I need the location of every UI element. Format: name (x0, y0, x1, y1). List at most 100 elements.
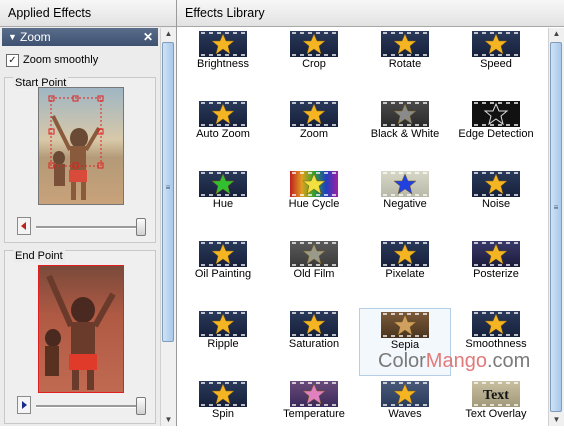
zoom-smoothly-checkbox[interactable]: ✓ Zoom smoothly (6, 53, 98, 67)
speed-icon (472, 31, 520, 57)
effect-label: Auto Zoom (196, 128, 250, 140)
zoom-icon (290, 101, 338, 127)
effect-tile-waves[interactable]: Waves (359, 378, 451, 446)
effect-tile-zoom[interactable]: Zoom (268, 98, 360, 166)
effect-tile-hue-cycle[interactable]: Hue Cycle (268, 168, 360, 236)
brightness-icon (199, 31, 247, 57)
scrollbar-thumb[interactable]: ≡ (162, 42, 174, 342)
effect-label: Smoothness (465, 338, 527, 350)
start-point-prev-button[interactable] (17, 217, 31, 235)
posterize-icon (472, 241, 520, 267)
zoom-effect-title: Zoom (20, 30, 51, 44)
effects-library-header: Effects Library (177, 0, 564, 27)
effect-tile-oil-painting[interactable]: Oil Painting (177, 238, 269, 306)
applied-effects-scrollbar[interactable]: ▲ ≡ ▼ (160, 28, 176, 426)
saturation-icon (290, 311, 338, 337)
end-point-label: End Point (13, 250, 65, 262)
beach-photo-image (39, 88, 123, 204)
effect-label: Spin (211, 408, 235, 420)
scroll-down-arrow-icon[interactable]: ▼ (549, 414, 564, 426)
temperature-icon (290, 381, 338, 407)
effect-tile-brightness[interactable]: Brightness (177, 28, 269, 96)
watermark-part2: Mango (425, 350, 487, 372)
text-overlay-icon: Text (472, 381, 520, 407)
ripple-icon (199, 311, 247, 337)
end-point-slider-knob[interactable] (136, 397, 146, 415)
scroll-up-arrow-icon[interactable]: ▲ (549, 28, 564, 40)
effect-tile-negative[interactable]: Negative (359, 168, 451, 236)
smoothness-icon (472, 311, 520, 337)
effect-tile-pixelate[interactable]: Pixelate (359, 238, 451, 306)
effect-tile-posterize[interactable]: Posterize (450, 238, 542, 306)
hue-cycle-icon (290, 171, 338, 197)
effect-tile-edge-detection[interactable]: Edge Detection (450, 98, 542, 166)
effect-label: Hue (212, 198, 234, 210)
effect-label: Saturation (288, 338, 340, 350)
negative-icon (381, 171, 429, 197)
effect-tile-saturation[interactable]: Saturation (268, 308, 360, 376)
left-arrow-icon (21, 222, 26, 230)
noise-icon (472, 171, 520, 197)
zoom-effect-bar[interactable]: ▼ Zoom ✕ (2, 28, 158, 46)
start-point-slider-knob[interactable] (136, 218, 146, 236)
effect-label: Negative (383, 198, 427, 210)
effect-label: Brightness (197, 58, 249, 70)
effect-tile-text-overlay[interactable]: Text Text Overlay (450, 378, 542, 446)
beach-photo-zoomed-image (39, 266, 123, 392)
effect-tile-ripple[interactable]: Ripple (177, 308, 269, 376)
effect-tile-rotate[interactable]: Rotate (359, 28, 451, 96)
effect-tile-old-film[interactable]: Old Film (268, 238, 360, 306)
effect-label: Noise (481, 198, 511, 210)
sepia-icon (381, 312, 429, 338)
effect-tile-hue[interactable]: Hue (177, 168, 269, 236)
effect-tile-speed[interactable]: Speed (450, 28, 542, 96)
effect-tile-black-white[interactable]: Black & White (359, 98, 451, 166)
waves-icon (381, 381, 429, 407)
effect-label: Black & White (370, 128, 440, 140)
end-point-thumbnail (38, 265, 124, 393)
effect-label: Text Overlay (465, 408, 527, 420)
effect-label: Rotate (388, 58, 422, 70)
effect-tile-spin[interactable]: Spin (177, 378, 269, 446)
start-point-thumbnail (38, 87, 124, 205)
old-film-icon (290, 241, 338, 267)
applied-effects-header: Applied Effects (0, 0, 176, 27)
effect-label: Hue Cycle (288, 198, 340, 210)
scrollbar-thumb[interactable]: ≡ (550, 42, 562, 412)
effects-library-scrollbar[interactable]: ▲ ≡ ▼ (548, 28, 564, 426)
effect-tile-temperature[interactable]: Temperature (268, 378, 360, 446)
end-point-next-button[interactable] (17, 396, 31, 414)
effect-label: Posterize (473, 268, 519, 280)
text-overlay-label: Text (483, 388, 509, 403)
black-white-icon (381, 101, 429, 127)
effect-label: Crop (302, 58, 326, 70)
checkbox-box[interactable]: ✓ (6, 53, 19, 67)
edge-detection-icon (472, 101, 520, 127)
crop-icon (290, 31, 338, 57)
close-icon[interactable]: ✕ (143, 28, 153, 46)
watermark: ColorMango.com (378, 350, 530, 373)
effect-label: Zoom (299, 128, 329, 140)
effect-label: Edge Detection (458, 128, 534, 140)
effect-label: Temperature (283, 408, 345, 420)
start-point-slider-track[interactable] (36, 226, 144, 229)
effect-tile-auto-zoom[interactable]: Auto Zoom (177, 98, 269, 166)
effect-label: Speed (480, 58, 512, 70)
hue-icon (199, 171, 247, 197)
effect-label: Oil Painting (194, 268, 252, 280)
effect-tile-noise[interactable]: Noise (450, 168, 542, 236)
effect-label: Waves (388, 408, 422, 420)
effect-tile-crop[interactable]: Crop (268, 28, 360, 96)
scroll-up-arrow-icon[interactable]: ▲ (161, 28, 176, 40)
auto-zoom-icon (199, 101, 247, 127)
effect-label: Pixelate (385, 268, 425, 280)
oil-painting-icon (199, 241, 247, 267)
watermark-part1: Color (378, 350, 426, 372)
collapse-triangle-icon[interactable]: ▼ (8, 28, 17, 46)
scroll-down-arrow-icon[interactable]: ▼ (161, 414, 176, 426)
rotate-icon (381, 31, 429, 57)
end-point-slider-track[interactable] (36, 405, 144, 408)
applied-effects-panel: Applied Effects ▼ Zoom ✕ ✓ Zoom smoothly… (0, 0, 177, 426)
spin-icon (199, 381, 247, 407)
pixelate-icon (381, 241, 429, 267)
